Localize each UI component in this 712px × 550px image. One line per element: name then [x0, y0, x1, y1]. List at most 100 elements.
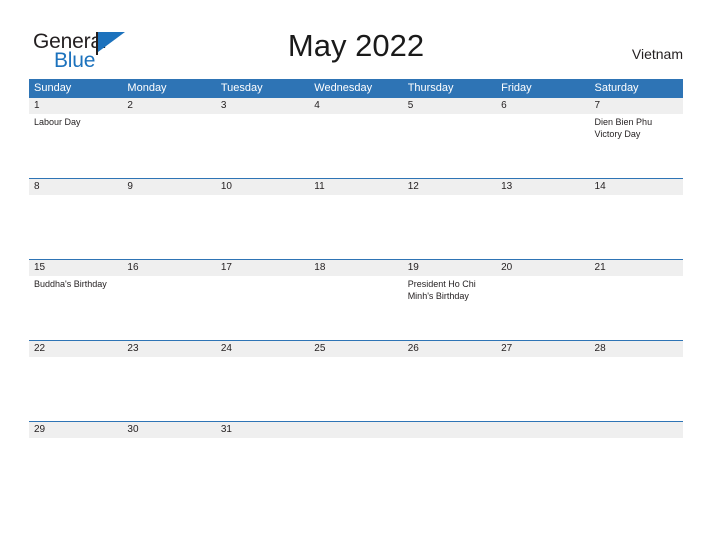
- day-events[interactable]: [216, 276, 309, 340]
- week-row: 15 16 17 18 19 20 21 Buddha's Birthday P…: [29, 259, 683, 340]
- day-number[interactable]: 29: [29, 422, 122, 438]
- day-number[interactable]: 22: [29, 341, 122, 357]
- day-events[interactable]: [216, 438, 309, 461]
- week-row: 8 9 10 11 12 13 14: [29, 178, 683, 259]
- weekday-header-monday: Monday: [127, 82, 167, 94]
- week-event-strip: Buddha's Birthday President Ho Chi Minh'…: [29, 276, 683, 340]
- country-label: Vietnam: [631, 46, 683, 62]
- day-number[interactable]: 13: [496, 179, 589, 195]
- day-events[interactable]: [590, 357, 683, 421]
- event-label: Dien Bien Phu Victory Day: [594, 117, 653, 139]
- day-events[interactable]: [309, 357, 402, 421]
- day-number[interactable]: 4: [309, 98, 402, 114]
- day-number[interactable]: 3: [216, 98, 309, 114]
- day-events: [403, 438, 496, 461]
- day-events[interactable]: [122, 357, 215, 421]
- day-number[interactable]: 2: [122, 98, 215, 114]
- weekday-header-sunday: Sunday: [34, 82, 72, 94]
- day-events[interactable]: [29, 357, 122, 421]
- day-events[interactable]: [403, 357, 496, 421]
- day-number[interactable]: 30: [122, 422, 215, 438]
- week-date-strip: 15 16 17 18 19 20 21: [29, 260, 683, 276]
- day-number[interactable]: 14: [590, 179, 683, 195]
- day-number[interactable]: 15: [29, 260, 122, 276]
- day-events[interactable]: President Ho Chi Minh's Birthday: [403, 276, 496, 340]
- day-events[interactable]: [122, 195, 215, 259]
- week-date-strip: 22 23 24 25 26 27 28: [29, 341, 683, 357]
- day-events: [496, 438, 589, 461]
- day-events[interactable]: [590, 276, 683, 340]
- day-number[interactable]: 31: [216, 422, 309, 438]
- day-number[interactable]: 28: [590, 341, 683, 357]
- event-label: Labour Day: [34, 117, 81, 127]
- day-number-empty: [309, 422, 402, 438]
- weekday-header-thursday: Thursday: [407, 82, 454, 94]
- day-events[interactable]: [216, 114, 309, 178]
- week-date-strip: 1 2 3 4 5 6 7: [29, 98, 683, 114]
- week-row: 29 30 31: [29, 421, 683, 461]
- weekday-header-row: Sunday Monday Tuesday Wednesday Thursday…: [29, 79, 683, 97]
- week-event-strip: Labour Day Dien Bien Phu Victory Day: [29, 114, 683, 178]
- day-number-empty: [496, 422, 589, 438]
- day-events[interactable]: [309, 195, 402, 259]
- weekday-header-saturday: Saturday: [594, 82, 639, 94]
- week-row: 1 2 3 4 5 6 7 Labour Day Dien Bien Phu V…: [29, 97, 683, 178]
- event-label: President Ho Chi Minh's Birthday: [407, 279, 476, 301]
- day-number[interactable]: 20: [496, 260, 589, 276]
- day-events[interactable]: [309, 114, 402, 178]
- event-label: Buddha's Birthday: [34, 279, 107, 289]
- day-events: [590, 438, 683, 461]
- week-date-strip: 8 9 10 11 12 13 14: [29, 179, 683, 195]
- day-number[interactable]: 17: [216, 260, 309, 276]
- day-number-empty: [590, 422, 683, 438]
- day-events[interactable]: [590, 195, 683, 259]
- day-events[interactable]: [29, 195, 122, 259]
- day-events[interactable]: [309, 276, 402, 340]
- day-number[interactable]: 26: [403, 341, 496, 357]
- day-events: [309, 438, 402, 461]
- day-number-empty: [403, 422, 496, 438]
- day-number[interactable]: 5: [403, 98, 496, 114]
- day-events[interactable]: [29, 438, 122, 461]
- day-events[interactable]: Labour Day: [29, 114, 122, 178]
- day-events[interactable]: [216, 195, 309, 259]
- day-number[interactable]: 10: [216, 179, 309, 195]
- day-events[interactable]: [122, 438, 215, 461]
- weekday-header-tuesday: Tuesday: [220, 82, 263, 94]
- week-date-strip: 29 30 31: [29, 422, 683, 438]
- week-event-strip: [29, 195, 683, 259]
- day-events[interactable]: [403, 195, 496, 259]
- week-event-strip: [29, 438, 683, 461]
- day-number[interactable]: 24: [216, 341, 309, 357]
- day-number[interactable]: 21: [590, 260, 683, 276]
- day-number[interactable]: 23: [122, 341, 215, 357]
- day-number[interactable]: 9: [122, 179, 215, 195]
- day-events[interactable]: [216, 357, 309, 421]
- calendar-grid: Sunday Monday Tuesday Wednesday Thursday…: [29, 79, 683, 461]
- day-events[interactable]: Buddha's Birthday: [29, 276, 122, 340]
- day-number[interactable]: 8: [29, 179, 122, 195]
- day-number[interactable]: 27: [496, 341, 589, 357]
- day-number[interactable]: 12: [403, 179, 496, 195]
- day-events[interactable]: [403, 114, 496, 178]
- day-number[interactable]: 19: [403, 260, 496, 276]
- page-header: General Blue May 2022 Vietnam: [0, 0, 712, 79]
- day-number[interactable]: 7: [590, 98, 683, 114]
- week-row: 22 23 24 25 26 27 28: [29, 340, 683, 421]
- day-events[interactable]: [496, 114, 589, 178]
- day-number[interactable]: 11: [309, 179, 402, 195]
- day-number[interactable]: 18: [309, 260, 402, 276]
- day-events[interactable]: [496, 276, 589, 340]
- week-event-strip: [29, 357, 683, 421]
- day-events[interactable]: [496, 357, 589, 421]
- day-events[interactable]: [122, 276, 215, 340]
- day-events[interactable]: [122, 114, 215, 178]
- day-events[interactable]: Dien Bien Phu Victory Day: [590, 114, 683, 178]
- day-number[interactable]: 16: [122, 260, 215, 276]
- day-number[interactable]: 6: [496, 98, 589, 114]
- weekday-header-friday: Friday: [501, 82, 532, 94]
- weekday-header-wednesday: Wednesday: [314, 82, 373, 94]
- day-events[interactable]: [496, 195, 589, 259]
- day-number[interactable]: 25: [309, 341, 402, 357]
- day-number[interactable]: 1: [29, 98, 122, 114]
